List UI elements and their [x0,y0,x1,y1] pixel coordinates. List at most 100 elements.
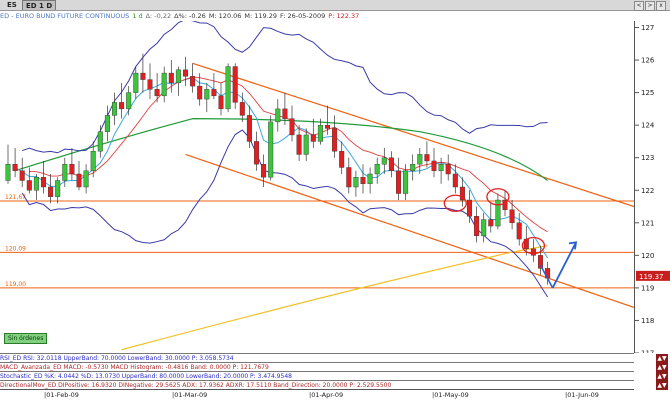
date-tick-label: |01-Jun-09 [565,391,599,399]
scale-tick-label: 119 [641,284,654,292]
price-chart[interactable]: 121,67120,09119,00 [0,21,634,353]
panel-resize-icon[interactable]: ▲▼ [656,354,668,363]
candle [424,154,430,162]
panel-resize-icon[interactable]: ▲▼ [656,363,668,372]
candle [211,89,217,97]
candle [161,72,167,97]
tab-bar: ES ED 1 D < > x [0,0,670,11]
orders-status-badge[interactable]: Sin órdenes [4,333,48,344]
candle [474,216,480,237]
candle [168,72,174,84]
panel-resize-icon[interactable]: ▲▼ [656,372,668,381]
candle [495,199,501,227]
candle [218,95,224,110]
date-tick-label: |01-Apr-09 [309,391,344,399]
candle [97,131,103,152]
scale-tick-label: 120 [641,252,654,260]
candle [119,102,125,110]
ma-long-yellow [121,244,548,351]
scale-tick-label: 123 [641,154,654,162]
info-field: F: 26-05-2009 [280,12,326,20]
candle [353,177,359,188]
candle [76,173,82,188]
candle [431,160,437,171]
candle [190,76,196,87]
candle [197,85,203,100]
date-axis: |01-Feb-09 |01-Mar-09 |01-Apr-09 |01-May-09… [0,389,634,401]
indicator-values: RSI_ED RSI: 32.0118 UpperBand: 70.0000 L… [0,355,234,362]
arrow-shaft [551,241,577,289]
candle [403,170,409,194]
level-label: 120,09 [5,245,26,252]
info-field: Δ: -0,22 [145,12,172,20]
candle [154,89,160,97]
last-price-label: 119.37 [639,273,664,281]
candle [367,173,373,184]
candle [282,108,288,119]
price-scale: 117 118 119 120 121 122 123 124 125 126 127 119.37 [634,21,670,353]
candle [33,177,39,191]
symbol-info-bar: ED - EURO BUND FUTURE CONTINUOUS 1 d Δ: -0… [0,11,670,21]
candle [26,180,32,191]
candle [289,118,295,136]
candle [111,102,117,116]
candle [104,115,110,132]
scale-tick-label: 122 [641,187,654,195]
candle [48,186,54,197]
close-icon[interactable]: x [656,1,666,11]
candle [445,164,451,175]
channel-upper-line [192,62,634,208]
candle [360,177,366,184]
candle [62,164,68,181]
date-tick-label: |01-May-09 [432,391,469,399]
candle [452,173,458,188]
annotation-ellipse [443,194,467,212]
candle [381,157,387,165]
indicator-values: Stochastic_ED %K: 4.0442 %D: 13.0730 Upp… [0,373,292,380]
candle [346,167,352,188]
candle [303,134,309,155]
candle [133,72,139,93]
candle [5,164,11,181]
info-field: 1 d [132,12,143,20]
candle [374,164,380,175]
candle [310,134,316,142]
channel-lower-line [185,153,634,308]
candle [509,209,515,224]
candle [481,219,487,237]
info-field: M: 120.06 [208,12,242,20]
candle [388,157,394,171]
candle [182,69,188,77]
tab-ed-1d[interactable]: ED 1 D [22,0,57,10]
candle [232,66,238,103]
candle [225,66,231,110]
candle [325,124,331,129]
candle [296,134,302,155]
candle [261,164,267,178]
scale-tick-label: 124 [641,122,655,130]
panel-resize-icon[interactable]: ▲▼ [656,381,668,390]
candle [396,170,402,194]
info-field: Δ%: -0.26 [174,12,206,20]
chevron-left-icon[interactable]: < [634,1,644,11]
date-tick-label: |01-Mar-09 [172,391,208,399]
candle [239,102,245,116]
date-tick-label: |01-Feb-09 [44,391,79,399]
candle [275,108,281,123]
candle [488,219,494,227]
scale-tick-label: 126 [641,57,655,65]
chevron-right-icon[interactable]: > [645,1,655,11]
candle [204,89,210,100]
candle [90,150,96,171]
info-field: ED - EURO BUND FUTURE CONTINUOUS [0,12,130,20]
indicator-values: MACD_Avanzada_ED MACD: -0.5730 MACD Hist… [0,364,269,371]
candle [83,170,89,188]
candle [410,164,416,171]
scale-tick-label: 117 [641,350,654,354]
candle [147,79,153,90]
info-field: P: 122.37 [328,12,360,20]
level-label: 119,00 [5,281,26,288]
tab-es[interactable]: ES [4,0,20,10]
candle [55,180,61,197]
candle [516,222,522,240]
